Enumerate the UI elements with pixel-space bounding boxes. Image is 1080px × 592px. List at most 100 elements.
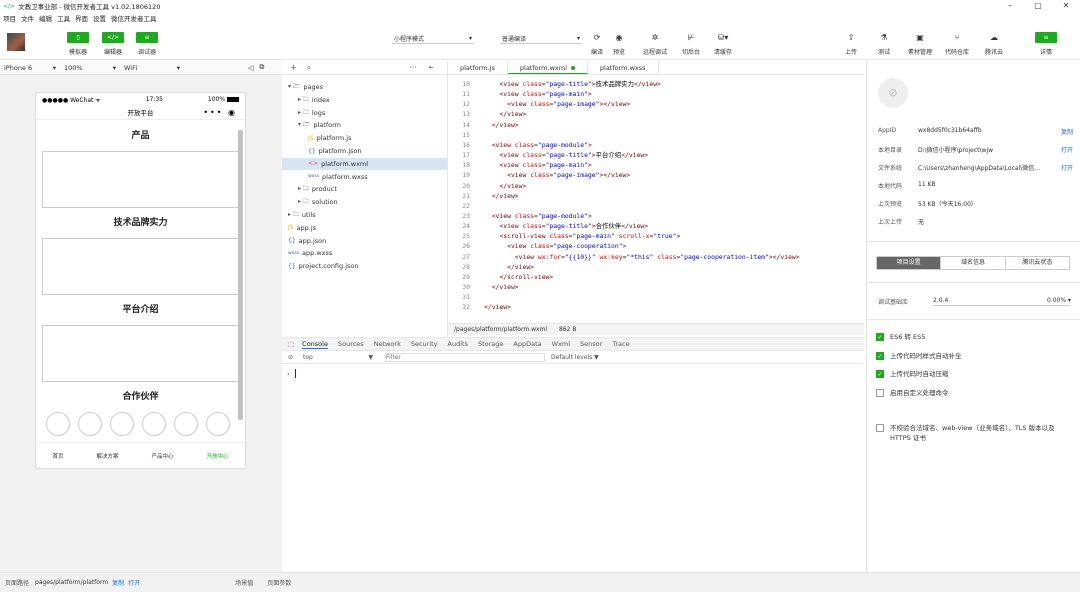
scene-button[interactable]: 场景值 (235, 578, 253, 587)
zoom-select[interactable]: 100% ▾ (60, 64, 120, 72)
menu-item[interactable]: 项目 (3, 13, 16, 23)
option-row[interactable]: ✓ 上传代码时自动压缩 (876, 370, 1071, 379)
menu-item[interactable]: 编辑 (39, 13, 52, 23)
devtools-tab[interactable]: Network (374, 340, 401, 348)
window-detach-icon[interactable]: ⧉ (259, 63, 264, 72)
background-icon[interactable]: ⊬ (680, 33, 702, 42)
file-tree-item[interactable]: JS platform.js (282, 132, 447, 144)
page-params-button[interactable]: 页面参数 (267, 578, 291, 587)
capsule-menu-icon[interactable]: ••• ◉ (203, 106, 237, 120)
tab-item[interactable]: 产品中心 (151, 452, 173, 460)
cooperation-item[interactable] (174, 412, 198, 436)
file-tree-item[interactable]: ▸ 🗀 solution (282, 196, 447, 208)
details-button[interactable]: ≡ (1035, 32, 1057, 43)
clear-console-icon[interactable]: ⊘ (288, 354, 293, 361)
menu-item[interactable]: 界面 (75, 13, 88, 23)
open-path-link[interactable]: 打开 (128, 578, 140, 587)
compile-select[interactable]: 普通编译 ▾ (500, 34, 582, 44)
file-tree-item[interactable]: ▾ 🗁 pages (282, 81, 447, 93)
menu-item[interactable]: 微信开发者工具 (111, 13, 157, 23)
checkbox[interactable]: ✓ (876, 370, 884, 378)
upload-icon[interactable]: ⇧ (840, 33, 862, 42)
option-row[interactable]: 启用自定义处理命令 (876, 389, 1071, 398)
file-tree-item[interactable]: {} project.config.json (282, 260, 447, 272)
cloud-icon[interactable]: ☁ (983, 33, 1005, 42)
file-tree-item[interactable]: {} platform.json (282, 145, 447, 157)
cooperation-item[interactable] (78, 412, 102, 436)
editor-tab[interactable]: platform.wxss (588, 61, 659, 74)
info-action-link[interactable]: 打开 (1057, 145, 1073, 154)
console-filter-input[interactable] (385, 353, 546, 362)
preview-icon[interactable]: ◉ (608, 33, 630, 42)
info-action-link[interactable]: 复制 (1057, 127, 1073, 136)
copy-path-link[interactable]: 复制 (112, 578, 124, 587)
checkbox[interactable] (876, 424, 884, 432)
menu-item[interactable]: 文件 (21, 13, 34, 23)
devtools-tab[interactable]: Sensor (580, 340, 602, 348)
devtools-tab[interactable]: Sources (338, 340, 364, 348)
devtools-tab[interactable]: Console (302, 340, 328, 349)
info-action-link[interactable]: 打开 (1057, 163, 1073, 172)
devtools-tab[interactable]: AppData (513, 340, 541, 348)
lib-version-select[interactable]: 2.0.4 0.00% ▾ (933, 297, 1071, 306)
cooperation-item[interactable] (142, 412, 166, 436)
cooperation-item[interactable] (46, 412, 70, 436)
device-select[interactable]: iPhone 6 ▾ (0, 64, 60, 72)
test-icon[interactable]: ⚗ (873, 33, 895, 42)
details-tab[interactable]: 项目设置 (877, 257, 942, 269)
editor-tab[interactable]: platform.js (448, 61, 508, 74)
inspect-icon[interactable]: ⬚ (288, 340, 294, 348)
cooperation-scroll[interactable] (36, 412, 245, 436)
console-output[interactable]: › (282, 364, 864, 572)
file-tree-item[interactable]: wxss app.wxss (282, 247, 447, 259)
user-avatar[interactable] (7, 33, 25, 51)
mode-select[interactable]: 小程序模式 ▾ (392, 34, 474, 44)
devtools-tab[interactable]: Wxml (552, 340, 570, 348)
network-select[interactable]: WiFi ▾ (120, 64, 184, 72)
editor-tab[interactable]: platform.wxml (507, 61, 588, 74)
remote-debug-icon[interactable]: ✲ (644, 33, 666, 42)
devtools-tab[interactable]: Security (411, 340, 438, 348)
option-row[interactable]: 不校验合法域名、web-view（业务域名）、TLS 版本以及 HTTPS 证书 (876, 424, 1071, 443)
file-tree-item[interactable]: ▾ 🗁 platform (282, 119, 447, 131)
split-icon[interactable]: ⇤ (429, 64, 434, 71)
checkbox[interactable] (876, 389, 884, 397)
more-icon[interactable]: ··· (409, 63, 417, 72)
checkbox[interactable]: ✓ (876, 333, 884, 341)
file-tree-item[interactable]: ▸ 🗀 index (282, 94, 447, 106)
code-editor[interactable]: 10 <view class="page-title">技术品牌实力</view… (448, 75, 864, 323)
tab-item[interactable]: 首页 (52, 452, 63, 460)
log-levels-select[interactable]: Default levels ▼ (551, 354, 599, 361)
file-tree-item[interactable]: ▸ 🗀 logs (282, 107, 447, 119)
compile-icon[interactable]: ⟳ (586, 33, 608, 42)
minimize-button[interactable]: – (996, 0, 1024, 12)
assets-icon[interactable]: ▣ (909, 33, 931, 42)
tab-item[interactable]: 解决方案 (96, 452, 118, 460)
file-tree-item[interactable]: ▸ 🗀 utils (282, 209, 447, 221)
option-row[interactable]: ✓ ES6 转 ES5 (876, 333, 1071, 342)
file-tree-item[interactable]: {} app.json (282, 235, 447, 247)
editor-button[interactable]: </> (102, 32, 124, 43)
debugger-button[interactable]: ≡ (136, 32, 158, 43)
search-icon[interactable]: ⌕ (307, 63, 311, 73)
simulator-button[interactable]: ▯ (67, 32, 89, 43)
file-tree-item[interactable]: ▸ 🗀 product (282, 183, 447, 195)
volume-icon[interactable]: ◁ (248, 64, 253, 72)
add-file-icon[interactable]: + (290, 63, 297, 72)
close-window-button[interactable]: ✕ (1052, 0, 1080, 12)
phone-scrollbar[interactable] (238, 130, 243, 420)
devtools-tab[interactable]: Storage (478, 340, 503, 348)
tab-item[interactable]: 开放中心 (206, 452, 228, 460)
devtools-tab[interactable]: Audits (448, 340, 468, 348)
details-tab[interactable]: 域名信息 (941, 257, 1006, 269)
file-tree-item[interactable]: wxss platform.wxss (282, 171, 447, 183)
cooperation-item[interactable] (206, 412, 230, 436)
maximize-button[interactable]: ▢ (1024, 0, 1052, 12)
clear-cache-icon[interactable]: ⛁▾ (712, 33, 734, 42)
file-tree-item[interactable]: <> platform.wxml (282, 157, 447, 170)
details-tab[interactable]: 腾讯云状态 (1006, 257, 1069, 269)
option-row[interactable]: ✓ 上传代码时样式自动补全 (876, 352, 1071, 361)
file-tree-item[interactable]: JS app.js (282, 222, 447, 234)
menu-item[interactable]: 工具 (57, 13, 70, 23)
checkbox[interactable]: ✓ (876, 352, 884, 360)
